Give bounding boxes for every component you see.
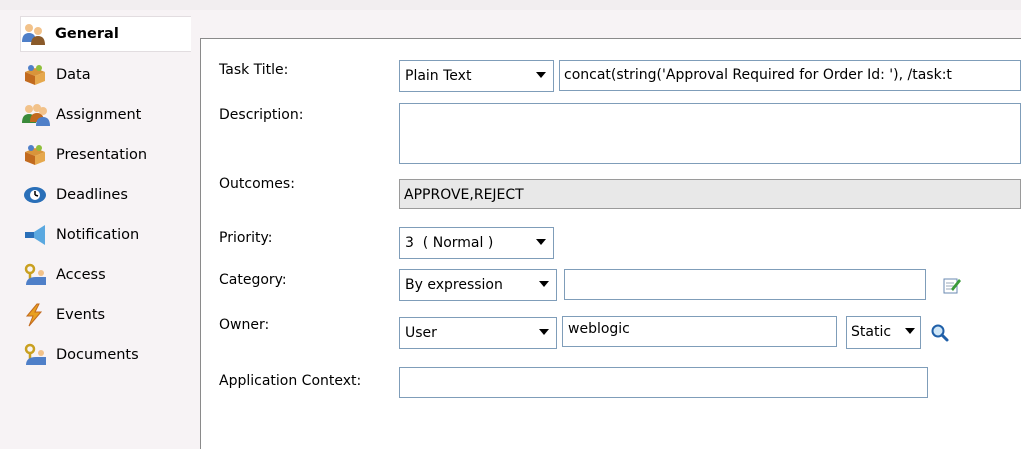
sidebar-item-presentation[interactable]: Presentation [22, 138, 147, 172]
sidebar-item-label: Data [56, 67, 91, 83]
users-icon [22, 102, 56, 128]
owner-type-dropdown[interactable]: User [399, 317, 557, 349]
key-user-icon [22, 342, 56, 368]
chevron-down-icon [539, 329, 549, 335]
sidebar-item-label: Events [56, 307, 106, 323]
owner-label: Owner: [219, 317, 270, 333]
sidebar-item-label: Documents [56, 347, 139, 363]
category-label: Category: [219, 272, 287, 288]
sidebar-item-label: Presentation [56, 147, 148, 163]
dropdown-value: By expression [405, 277, 503, 293]
search-icon[interactable] [930, 323, 950, 347]
outcomes-field[interactable]: APPROVE,REJECT [399, 179, 1021, 209]
sidebar-item-label: Notification [56, 227, 140, 243]
megaphone-icon [22, 222, 56, 248]
task-title-label: Task Title: [219, 62, 289, 78]
top-strip [0, 0, 1021, 10]
chevron-down-icon [536, 239, 546, 245]
lightning-icon [22, 302, 56, 328]
sidebar-item-label: Deadlines [56, 187, 128, 203]
sidebar-item-documents[interactable]: Documents [22, 338, 139, 372]
sidebar-item-events[interactable]: Events [22, 298, 105, 332]
sidebar-item-label: General [55, 26, 119, 42]
chevron-down-icon [905, 328, 915, 334]
sidebar-item-deadlines[interactable]: Deadlines [22, 178, 128, 212]
owner-mode-dropdown[interactable]: Static [846, 316, 921, 349]
sidebar-item-data[interactable]: Data [22, 58, 91, 92]
task-title-input[interactable]: concat(string('Approval Required for Ord… [559, 60, 1021, 91]
description-textarea[interactable] [399, 103, 1021, 164]
box-icon [22, 142, 56, 168]
sidebar-item-access[interactable]: Access [22, 258, 106, 292]
category-type-dropdown[interactable]: By expression [399, 269, 557, 301]
outcomes-label: Outcomes: [219, 176, 295, 192]
priority-label: Priority: [219, 230, 273, 246]
application-context-label: Application Context: [219, 373, 362, 389]
chevron-down-icon [536, 72, 546, 78]
dropdown-value: Static [851, 324, 892, 340]
box-icon [22, 62, 56, 88]
people-icon [21, 21, 55, 47]
sidebar-item-label: Access [56, 267, 106, 283]
sidebar-item-notification[interactable]: Notification [22, 218, 139, 252]
sidebar: General Data Assignment Presentation Dea… [0, 10, 197, 448]
clock-icon [22, 182, 56, 208]
task-title-type-dropdown[interactable]: Plain Text [399, 60, 554, 92]
dropdown-value: 3 ( Normal ) [405, 235, 494, 251]
sidebar-item-general[interactable]: General [20, 16, 191, 52]
edit-expression-icon[interactable] [942, 275, 962, 299]
category-expression-input[interactable] [564, 269, 926, 300]
sidebar-item-assignment[interactable]: Assignment [22, 98, 141, 132]
description-label: Description: [219, 107, 304, 123]
sidebar-item-label: Assignment [56, 107, 142, 123]
owner-input[interactable]: weblogic [562, 316, 837, 347]
dropdown-value: Plain Text [405, 68, 472, 84]
priority-dropdown[interactable]: 3 ( Normal ) [399, 227, 554, 259]
dropdown-value: User [405, 325, 437, 341]
key-user-icon [22, 262, 56, 288]
application-context-input[interactable] [399, 367, 928, 398]
chevron-down-icon [539, 281, 549, 287]
